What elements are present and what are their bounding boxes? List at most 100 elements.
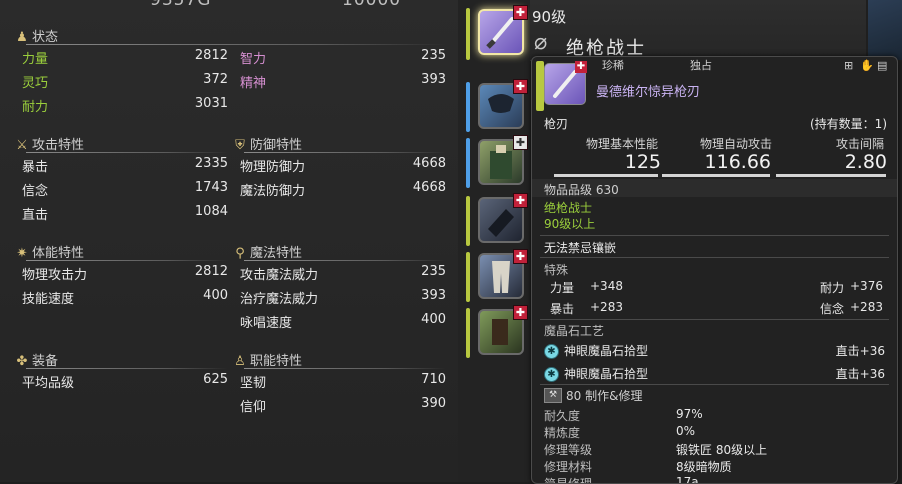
stat-label: 力量 [22,52,49,67]
item-name: 曼德维尔惊异枪刃 [596,85,701,100]
hand-icon[interactable]: ✋ [860,59,874,72]
stat-label: 治疗魔法威力 [240,292,319,307]
stat-value: 4668 [412,156,446,171]
class-requirement: 绝枪战士 [544,201,593,215]
stat-value: 400 [203,288,228,303]
character-stats-panel: 9357G 10000 ♟ 状态 力量 2812 灵巧 372 耐力 3031 智… [0,0,458,482]
stat-value-physical-damage: 125 [624,151,661,173]
stat-value: 2812 [194,264,228,279]
burst-icon: ✷ [16,246,28,261]
stat-row: 力量 2812 [22,48,228,68]
equipment-column: ✚ ✚ ✚ ✚ ✚ ✚ [458,0,530,482]
materia-icon: ✱ [544,367,559,382]
stat-value: 3031 [194,96,228,111]
sword-icon: ⚔ [16,138,28,153]
section-title: 体能特性 [32,246,85,261]
bonus-value: +348 [590,279,623,293]
stat-row: 攻击魔法威力 235 [240,264,446,284]
section-gear: ✤ 装备 [14,350,228,370]
stat-label: 攻击魔法威力 [240,268,319,283]
section-role: ♙ 职能特性 [232,350,446,370]
repair-value: 锻铁匠 80级以上 [676,443,768,457]
stat-label: 坚韧 [240,376,267,391]
stat-value: 235 [421,264,446,279]
body-slot[interactable]: ✚ [466,135,528,188]
section-title: 职能特性 [250,354,303,369]
bonus-value: +283 [590,300,623,314]
stat-label: 灵巧 [22,76,49,91]
section-physical: ✷ 体能特性 [14,242,228,262]
stat-row: 耐力 3031 [22,96,228,116]
plus-badge-icon: ✚ [575,61,587,73]
repair-value: 0% [676,424,696,438]
crafting-icon: ⚒ [544,388,562,403]
gunbreaker-job-icon: ⌀ [534,30,548,55]
stat-row: 物理攻击力 2812 [22,264,228,284]
stat-label: 物理攻击力 [22,268,88,283]
job-level: 90级 [532,8,567,26]
section-title: 状态 [32,30,59,45]
stat-label: 平均品级 [22,376,75,391]
stat-row: 坚韧 710 [240,372,446,392]
section-title: 防御特性 [250,138,303,153]
stat-header: 攻击间隔 [836,137,885,151]
stat-row: 平均品级 625 [22,372,228,392]
stat-row: 物理防御力 4668 [240,156,446,176]
materia-stat: 直击+36 [835,344,885,358]
stat-value: 393 [421,72,446,87]
stat-value: 4668 [412,180,446,195]
stat-value-auto-attack: 116.66 [704,151,771,173]
stat-label: 暴击 [22,160,49,175]
stat-value: 1084 [194,204,228,219]
stat-value: 390 [421,396,446,411]
bonus-value: +376 [850,279,883,293]
stat-value: 235 [421,48,446,63]
stat-value-delay: 2.80 [844,151,887,173]
plus-icon[interactable]: ⊞ [844,59,853,72]
repair-label: 修理材料 [544,460,593,474]
meld-note: 无法禁忌镶嵌 [544,241,617,255]
bonus-label: 耐力 [820,281,845,295]
repair-value: 97% [676,407,703,421]
section-status: ♟ 状态 [14,26,446,46]
stamp-icon[interactable]: ▤ [877,59,887,72]
plus-badge-icon: ✚ [513,305,528,320]
stat-value: 625 [203,372,228,387]
section-title: 魔法特性 [250,246,303,261]
repair-label: 耐久度 [544,409,581,423]
currency-cap: 10000 [342,0,402,10]
stat-row: 信仰 390 [240,396,446,416]
materia-name: 神眼魔晶石拾型 [564,344,649,358]
crafting-title: 80 制作&修理 [566,389,643,403]
hands-slot[interactable]: ✚ [466,193,528,246]
legs-slot[interactable]: ✚ [466,249,528,302]
plus-badge-icon: ✚ [513,135,528,150]
head-slot[interactable]: ✚ [466,79,528,132]
repair-label: 精炼度 [544,426,581,440]
feet-slot[interactable]: ✚ [466,305,528,358]
rarity-tag: 珍稀 [602,59,624,72]
stat-value: 2812 [194,48,228,63]
shield-icon: ⛨ [235,138,245,153]
repair-value: 17a [676,475,699,484]
stat-value: 1743 [194,180,228,195]
bonus-title: 特殊 [544,263,569,277]
plus-badge-icon: ✚ [513,79,528,94]
stat-value: 710 [421,372,446,387]
item-quantity: (持有数量：1) [810,117,887,131]
stat-label: 智力 [240,52,267,67]
stat-row: 精神 393 [240,72,446,92]
materia-stat: 直击+36 [835,367,885,381]
section-defense: ⛨ 防御特性 [232,134,446,154]
stat-label: 耐力 [22,100,49,115]
stat-label: 信仰 [240,400,267,415]
plus-badge-icon: ✚ [513,5,528,20]
bonus-label: 信念 [820,302,845,316]
stat-header: 物理自动攻击 [700,137,773,151]
weapon-slot[interactable]: ✚ [466,5,528,60]
stat-label: 咏唱速度 [240,316,293,331]
stat-label: 技能速度 [22,292,75,307]
stat-row: 技能速度 400 [22,288,228,308]
section-offense: ⚔ 攻击特性 [14,134,228,154]
stat-value: 400 [421,312,446,327]
